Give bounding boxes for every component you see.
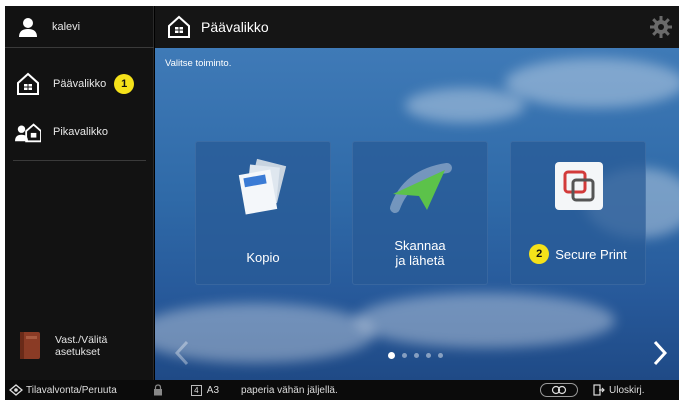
home-icon bbox=[15, 71, 41, 97]
logout-icon bbox=[593, 384, 605, 396]
tile-label: Secure Print bbox=[555, 246, 627, 262]
device-screen: kalevi Päävalikko 1 Pikavalikko Vast./Vä… bbox=[5, 6, 679, 400]
settings-label: Vast./Välitä asetukset bbox=[55, 334, 108, 358]
tile-label-row: 2 Secure Print bbox=[511, 244, 645, 264]
secure-print-icon bbox=[555, 162, 603, 210]
scan-and-send-tile[interactable]: Skannaa ja lähetä bbox=[352, 141, 488, 285]
status-message: paperia vähän jäljellä. bbox=[241, 384, 338, 396]
instruction-text: Valitse toiminto. bbox=[165, 58, 232, 69]
job-status-icon bbox=[551, 385, 567, 395]
sidebar-item-send-receive-settings[interactable]: Vast./Välitä asetukset bbox=[5, 324, 154, 368]
status-monitor-label: Tilavalvonta/Peruuta bbox=[26, 384, 117, 396]
status-bar: Tilavalvonta/Peruuta 4 A3 paperia vähän … bbox=[5, 380, 679, 400]
main-menu-area: Valitse toiminto. Kopio Skannaa ja lähet… bbox=[155, 48, 679, 380]
user-icon bbox=[19, 17, 37, 37]
sidebar-item-quick-menu[interactable]: Pikavalikko bbox=[5, 110, 154, 154]
logout-label: Uloskirj. bbox=[609, 384, 645, 396]
paper-tray-number: 4 bbox=[190, 384, 202, 396]
lock-icon bbox=[153, 384, 162, 396]
callout-badge: 2 bbox=[529, 244, 550, 264]
background-cloud bbox=[355, 293, 615, 348]
status-monitor-icon bbox=[9, 384, 23, 396]
header: Päävalikko bbox=[155, 6, 679, 48]
page-title: Päävalikko bbox=[201, 19, 269, 35]
tile-label: Skannaa ja lähetä bbox=[394, 238, 446, 268]
sidebar-item-label: Päävalikko bbox=[53, 78, 107, 90]
page-dot bbox=[414, 353, 419, 358]
page-dot bbox=[426, 353, 431, 358]
user-name: kalevi bbox=[52, 20, 81, 33]
page-dot-active bbox=[388, 352, 395, 359]
progress-pill-button[interactable] bbox=[540, 383, 578, 397]
page-dot bbox=[402, 353, 407, 358]
quick-menu-icon bbox=[15, 119, 41, 145]
sidebar-divider bbox=[13, 160, 146, 161]
sidebar-item-label: Pikavalikko bbox=[53, 126, 109, 138]
user-header[interactable]: kalevi bbox=[5, 6, 154, 48]
page-indicator bbox=[388, 352, 443, 359]
tile-label: Kopio bbox=[246, 250, 280, 265]
sidebar: kalevi Päävalikko 1 Pikavalikko Vast./Vä… bbox=[5, 6, 154, 380]
callout-badge: 1 bbox=[114, 74, 135, 94]
background-cloud bbox=[405, 88, 525, 123]
home-icon bbox=[168, 15, 190, 38]
copy-icon bbox=[238, 158, 287, 215]
background-cloud bbox=[505, 58, 679, 108]
paper-size: A3 bbox=[206, 384, 220, 396]
chevron-right-icon[interactable] bbox=[651, 340, 669, 366]
copy-tile[interactable]: Kopio bbox=[195, 141, 331, 285]
secure-print-tile[interactable]: 2 Secure Print bbox=[510, 141, 646, 285]
page-dot bbox=[438, 353, 443, 358]
address-book-icon bbox=[20, 332, 40, 359]
status-monitor-button[interactable]: Tilavalvonta/Peruuta bbox=[9, 383, 117, 397]
gear-icon[interactable] bbox=[649, 15, 673, 39]
logout-button[interactable]: Uloskirj. bbox=[593, 380, 645, 400]
chevron-left-icon[interactable] bbox=[173, 340, 191, 366]
sidebar-item-main-menu[interactable]: Päävalikko 1 bbox=[5, 62, 154, 106]
send-icon bbox=[390, 163, 452, 213]
